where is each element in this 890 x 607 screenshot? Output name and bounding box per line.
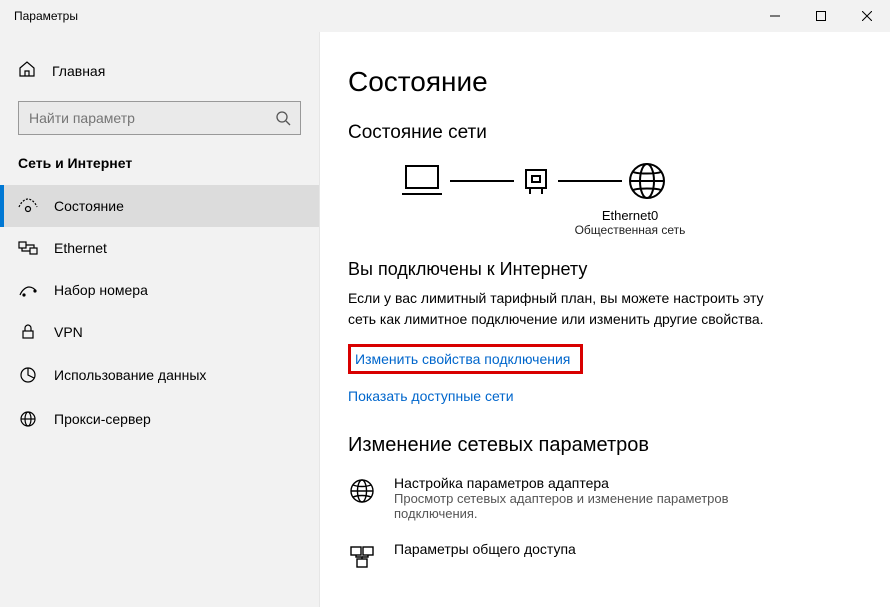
search-input[interactable] [19, 110, 266, 126]
home-icon [18, 60, 36, 81]
option-desc: Просмотр сетевых адаптеров и изменение п… [394, 491, 774, 521]
change-settings-heading: Изменение сетевых параметров [348, 434, 862, 457]
maximize-button[interactable] [798, 0, 844, 32]
sharing-icon [348, 541, 378, 574]
sidebar-item-status[interactable]: Состояние [0, 185, 319, 227]
sidebar-item-label: Ethernet [54, 240, 107, 256]
sidebar-item-label: Использование данных [54, 367, 206, 383]
link-show-available-networks[interactable]: Показать доступные сети [348, 388, 514, 404]
internet-globe-icon [626, 160, 668, 202]
connection-line [450, 180, 514, 182]
sidebar-item-label: Прокси-сервер [54, 411, 151, 427]
content: Состояние Состояние сети [320, 32, 890, 607]
option-title: Настройка параметров адаптера [394, 475, 774, 491]
minimize-button[interactable] [752, 0, 798, 32]
sidebar-item-proxy[interactable]: Прокси-сервер [0, 397, 319, 441]
window-controls [752, 0, 890, 32]
network-diagram [398, 160, 862, 202]
laptop-icon [398, 162, 446, 200]
sidebar-item-vpn[interactable]: VPN [0, 311, 319, 353]
link-change-connection-properties[interactable]: Изменить свойства подключения [348, 344, 583, 374]
sidebar-item-label: Набор номера [54, 282, 148, 298]
search-box[interactable] [18, 101, 301, 135]
router-icon [518, 162, 554, 200]
sidebar-item-ethernet[interactable]: Ethernet [0, 227, 319, 269]
window-title: Параметры [14, 9, 78, 23]
page-title: Состояние [348, 66, 862, 98]
connection-name: Ethernet0 [398, 208, 862, 223]
ethernet-icon [18, 241, 38, 255]
sidebar-section-title: Сеть и Интернет [0, 155, 319, 185]
sidebar-item-label: Состояние [54, 198, 124, 214]
sidebar-item-label: VPN [54, 324, 83, 340]
connection-line [558, 180, 622, 182]
option-sharing-settings[interactable]: Параметры общего доступа [348, 541, 862, 574]
connected-heading: Вы подключены к Интернету [348, 259, 862, 280]
sidebar: Главная Сеть и Интернет Сос [0, 32, 320, 607]
globe-icon [18, 410, 38, 428]
option-title: Параметры общего доступа [394, 541, 576, 557]
search-icon [266, 110, 300, 126]
connection-type: Общественная сеть [398, 223, 862, 237]
network-status-heading: Состояние сети [348, 122, 862, 144]
data-usage-icon [18, 366, 38, 384]
nav-home[interactable]: Главная [0, 50, 319, 91]
close-button[interactable] [844, 0, 890, 32]
sidebar-item-dialup[interactable]: Набор номера [0, 269, 319, 311]
vpn-icon [18, 324, 38, 340]
titlebar: Параметры [0, 0, 890, 32]
option-adapter-settings[interactable]: Настройка параметров адаптера Просмотр с… [348, 475, 862, 521]
adapter-icon [348, 475, 378, 508]
sidebar-item-data-usage[interactable]: Использование данных [0, 353, 319, 397]
connected-description: Если у вас лимитный тарифный план, вы мо… [348, 288, 778, 330]
nav-home-label: Главная [52, 63, 105, 79]
dialup-icon [18, 282, 38, 298]
status-icon [18, 198, 38, 214]
